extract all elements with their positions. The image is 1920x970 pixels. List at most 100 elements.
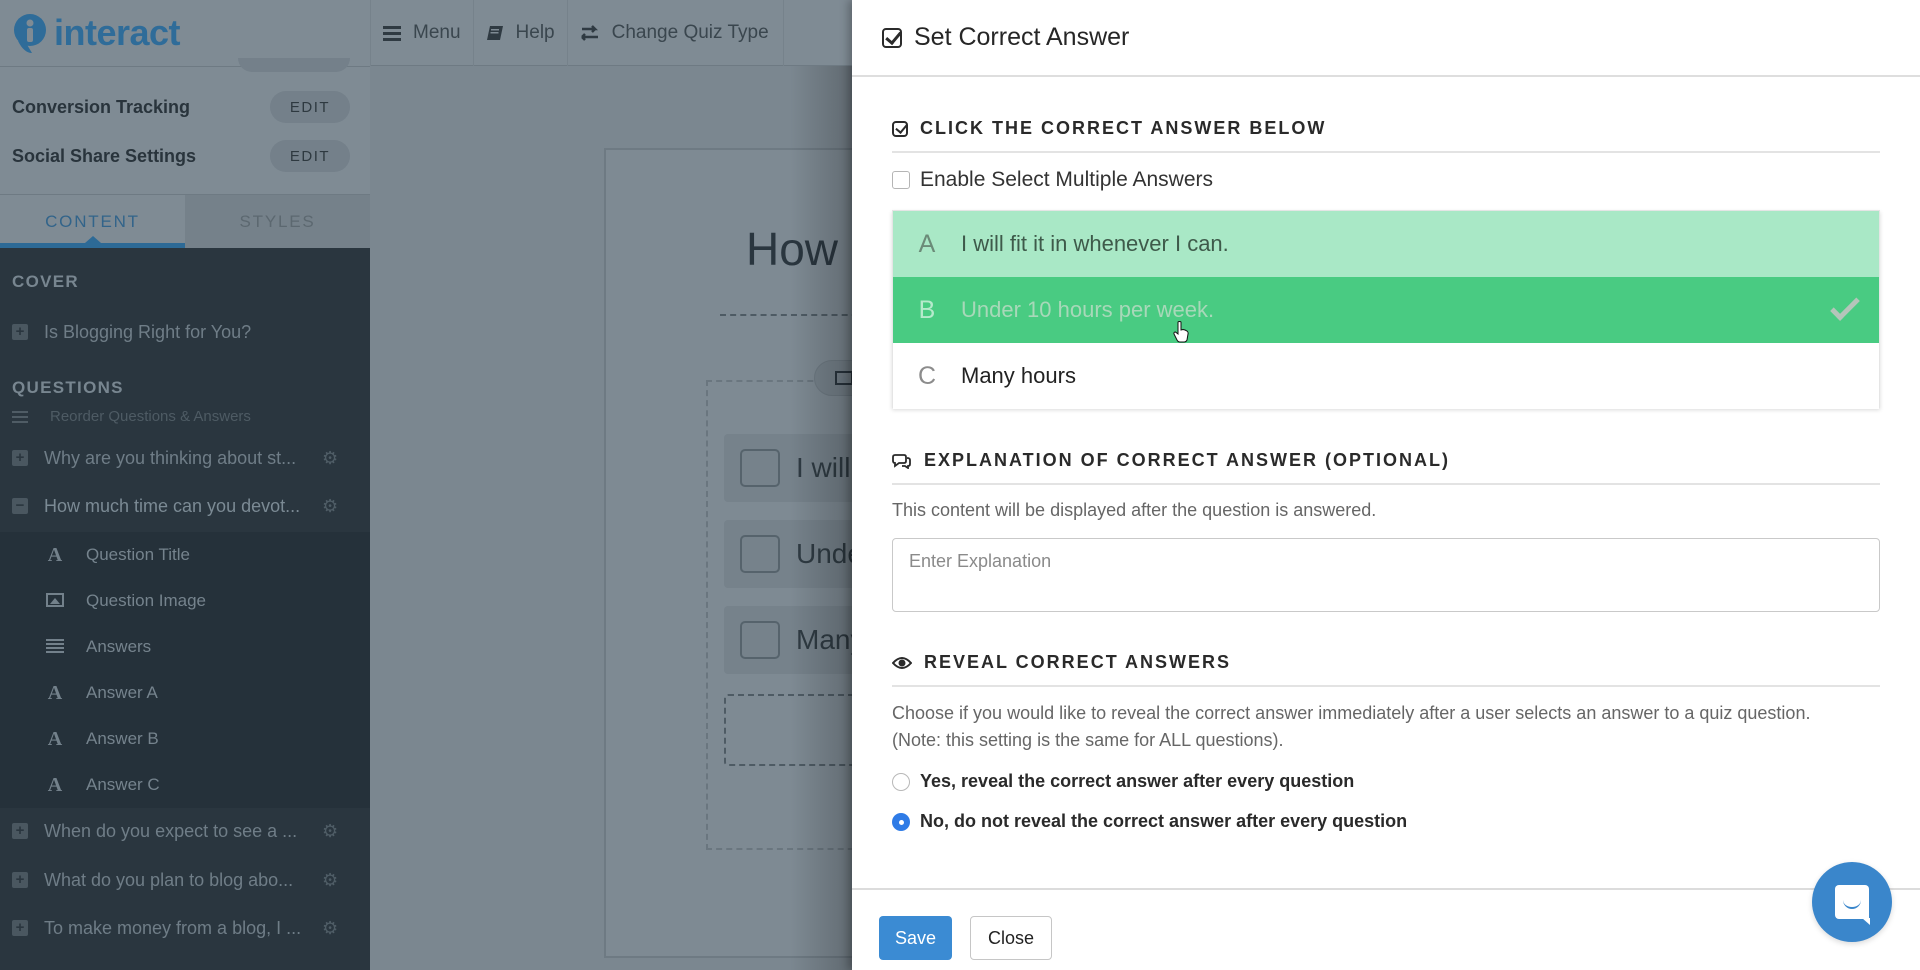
gear-icon[interactable]: ⚙ [322,448,338,469]
explanation-textarea[interactable] [892,538,1880,612]
questions-heading: QUESTIONS [12,378,124,397]
setting-label: Social Share Settings [12,145,197,166]
sub-item-label: Answer C [86,775,160,794]
sub-item-label: Answers [86,637,152,656]
text-a-icon: A [47,727,63,750]
help-button[interactable]: Help [474,0,568,66]
drag-handle-icon [12,410,28,423]
list-icon [46,636,64,659]
reveal-no-option[interactable]: No, do not reveal the correct answer aft… [892,811,1407,832]
answer-option-b[interactable]: B Under 10 hours per week. [893,277,1879,343]
reveal-yes-option[interactable]: Yes, reveal the correct answer after eve… [892,771,1354,792]
answer-options-list: A I will fit it in whenever I can. B Und… [892,210,1880,409]
answer-checkbox[interactable] [740,449,780,487]
interact-logo[interactable]: interact [10,12,181,54]
sidebar-question-item[interactable]: + To make money from a blog, I ... ⚙ [0,906,370,950]
text-a-icon: A [47,543,63,566]
menu-label: Menu [413,22,461,43]
edit-pill-partial[interactable] [238,58,350,72]
question-label: What do you plan to blog abo... [44,869,294,890]
section-title: EXPLANATION OF CORRECT ANSWER (OPTIONAL) [924,450,1450,470]
checkbox-checked-icon [882,27,902,48]
question-sub-items: A Question Title Question Image Answers … [0,532,370,808]
expand-plus-icon[interactable]: + [12,450,28,466]
enable-multiple-label[interactable]: Enable Select Multiple Answers [920,168,1213,192]
sub-item-question-title[interactable]: A Question Title [0,532,370,578]
image-icon [46,590,64,613]
expand-plus-icon[interactable]: + [12,823,28,839]
edit-button[interactable]: EDIT [270,140,350,172]
radio-no[interactable] [892,812,910,831]
enable-multiple-checkbox[interactable] [892,171,910,189]
reorder-link[interactable]: Reorder Questions & Answers [12,408,251,425]
sidebar-question-item[interactable]: + What do you plan to blog abo... ⚙ [0,858,370,902]
tab-content[interactable]: CONTENT [0,195,185,248]
gear-icon[interactable]: ⚙ [322,821,338,842]
sub-item-answer-c[interactable]: A Answer C [0,762,370,808]
setting-label: Conversion Tracking [12,96,191,117]
logo-mark-icon [14,14,46,53]
close-button[interactable]: Close [970,916,1052,960]
radio-yes[interactable] [892,772,910,791]
logo-text: interact [54,12,181,53]
help-label: Help [515,22,555,43]
modal-shadow [790,66,852,970]
sidebar-settings-area: interact Conversion Tracking EDIT Social… [0,0,370,248]
book-icon [486,26,503,40]
answer-option-c[interactable]: C Many hours [893,343,1879,409]
radio-label[interactable]: Yes, reveal the correct answer after eve… [920,771,1354,792]
hamburger-icon [383,26,401,41]
menu-button[interactable]: Menu [370,0,474,66]
sub-item-answer-a[interactable]: A Answer A [0,670,370,716]
sub-item-question-image[interactable]: Question Image [0,578,370,624]
answer-letter: B [918,295,936,324]
chat-icon [1835,885,1870,925]
expand-plus-icon[interactable]: + [12,920,28,936]
answer-letter: A [918,229,936,258]
answer-checkbox[interactable] [740,621,780,659]
sidebar-item-cover[interactable]: + Is Blogging Right for You? [0,310,370,354]
answer-text: I will fit it in whenever I can. [961,231,1229,256]
answer-text: Under 10 hours per week. [961,297,1215,322]
hand-cursor-icon [1173,321,1189,343]
setting-row-social-share: Social Share Settings EDIT [0,136,370,176]
correct-check-icon [1830,291,1860,321]
change-quiz-type-button[interactable]: Change Quiz Type [568,0,784,66]
tab-styles[interactable]: STYLES [185,195,370,248]
gear-icon[interactable]: ⚙ [322,870,338,891]
setting-row-conversion-tracking: Conversion Tracking EDIT [0,87,370,127]
chat-support-button[interactable] [1812,862,1892,942]
enable-multiple-answers[interactable]: Enable Select Multiple Answers [892,168,1213,192]
text-a-icon: A [47,773,63,796]
sidebar-question-item[interactable]: + When do you expect to see a ... ⚙ [0,809,370,853]
collapse-minus-icon[interactable]: − [12,498,28,514]
section-title: CLICK THE CORRECT ANSWER BELOW [920,118,1327,138]
reveal-description-line2: (Note: this setting is the same for ALL … [892,730,1284,750]
answer-checkbox[interactable] [740,535,780,573]
sub-item-label: Question Image [86,591,207,610]
checkbox-checked-icon [892,120,908,137]
save-button[interactable]: Save [879,916,952,960]
sub-item-label: Answer B [86,729,159,748]
gear-icon[interactable]: ⚙ [322,496,338,517]
click-correct-heading: CLICK THE CORRECT ANSWER BELOW [892,118,1880,153]
question-label: To make money from a blog, I ... [44,917,302,938]
text-a-icon: A [47,681,63,704]
reorder-label: Reorder Questions & Answers [50,408,251,425]
edit-button[interactable]: EDIT [270,91,350,123]
sidebar-question-item[interactable]: + Why are you thinking about st... ⚙ [0,436,370,480]
answer-option-a[interactable]: A I will fit it in whenever I can. [893,211,1879,277]
expand-plus-icon[interactable]: + [12,872,28,888]
sub-item-answer-b[interactable]: A Answer B [0,716,370,762]
expand-plus-icon[interactable]: + [12,324,28,340]
sub-item-answers[interactable]: Answers [0,624,370,670]
sidebar-question-item-active[interactable]: − How much time can you devot... ⚙ [0,484,370,528]
gear-icon[interactable]: ⚙ [322,918,338,939]
radio-label[interactable]: No, do not reveal the correct answer aft… [920,811,1407,832]
change-quiz-type-label: Change Quiz Type [611,22,769,43]
swap-arrows-icon [580,25,598,41]
sidebar-tabs: CONTENT STYLES [0,194,370,248]
answer-letter: C [917,361,937,390]
explanation-description: This content will be displayed after the… [892,500,1377,520]
left-sidebar: interact Conversion Tracking EDIT Social… [0,0,370,970]
